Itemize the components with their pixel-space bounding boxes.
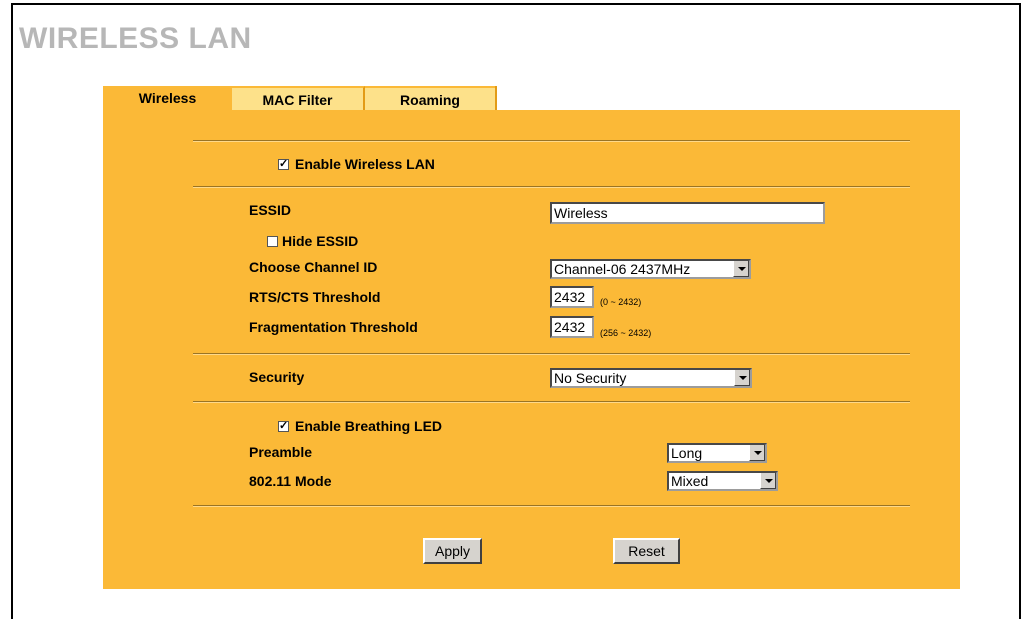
- separator: [193, 186, 910, 188]
- frag-label: Fragmentation Threshold: [249, 319, 418, 335]
- mode-select[interactable]: Mixed: [667, 471, 778, 491]
- settings-panel: [103, 110, 960, 589]
- apply-button[interactable]: Apply: [423, 538, 482, 564]
- essid-label: ESSID: [249, 202, 292, 218]
- enable-wireless-lan-label: Enable Wireless LAN: [295, 156, 435, 172]
- page-title: WIRELESS LAN: [19, 22, 252, 55]
- tab-mac-filter[interactable]: MAC Filter: [232, 86, 365, 110]
- hide-essid-label: Hide ESSID: [282, 233, 359, 249]
- channel-label: Choose Channel ID: [249, 259, 378, 275]
- tab-wireless[interactable]: Wireless: [103, 86, 232, 110]
- preamble-select[interactable]: Long: [667, 443, 767, 463]
- rts-label: RTS/CTS Threshold: [249, 289, 381, 305]
- separator: [193, 401, 910, 403]
- separator: [193, 353, 910, 355]
- chevron-down-icon[interactable]: [760, 473, 776, 489]
- preamble-label: Preamble: [249, 444, 313, 460]
- preamble-value: Long: [671, 445, 703, 461]
- frag-range-hint: (256 ~ 2432): [600, 328, 652, 338]
- security-value: No Security: [554, 370, 627, 386]
- mode-label: 802.11 Mode: [249, 473, 332, 489]
- breathing-led-checkbox[interactable]: ✓: [278, 421, 289, 432]
- chevron-down-icon[interactable]: [749, 445, 765, 461]
- channel-select[interactable]: Channel-06 2437MHz: [550, 259, 751, 279]
- separator: [193, 140, 910, 142]
- enable-wireless-lan-checkbox[interactable]: ✓: [278, 159, 289, 170]
- reset-button[interactable]: Reset: [613, 538, 680, 564]
- tab-roaming[interactable]: Roaming: [365, 86, 497, 110]
- security-label: Security: [249, 369, 305, 385]
- channel-value: Channel-06 2437MHz: [554, 261, 691, 277]
- essid-input[interactable]: Wireless: [550, 202, 825, 224]
- separator: [193, 505, 910, 507]
- rts-input[interactable]: 2432: [550, 286, 594, 308]
- chevron-down-icon[interactable]: [734, 370, 750, 386]
- chevron-down-icon[interactable]: [733, 261, 749, 277]
- mode-value: Mixed: [671, 473, 709, 489]
- rts-range-hint: (0 ~ 2432): [600, 297, 642, 307]
- breathing-led-label: Enable Breathing LED: [295, 418, 443, 434]
- hide-essid-checkbox[interactable]: [267, 236, 278, 247]
- frag-input[interactable]: 2432: [550, 316, 594, 338]
- security-select[interactable]: No Security: [550, 368, 752, 388]
